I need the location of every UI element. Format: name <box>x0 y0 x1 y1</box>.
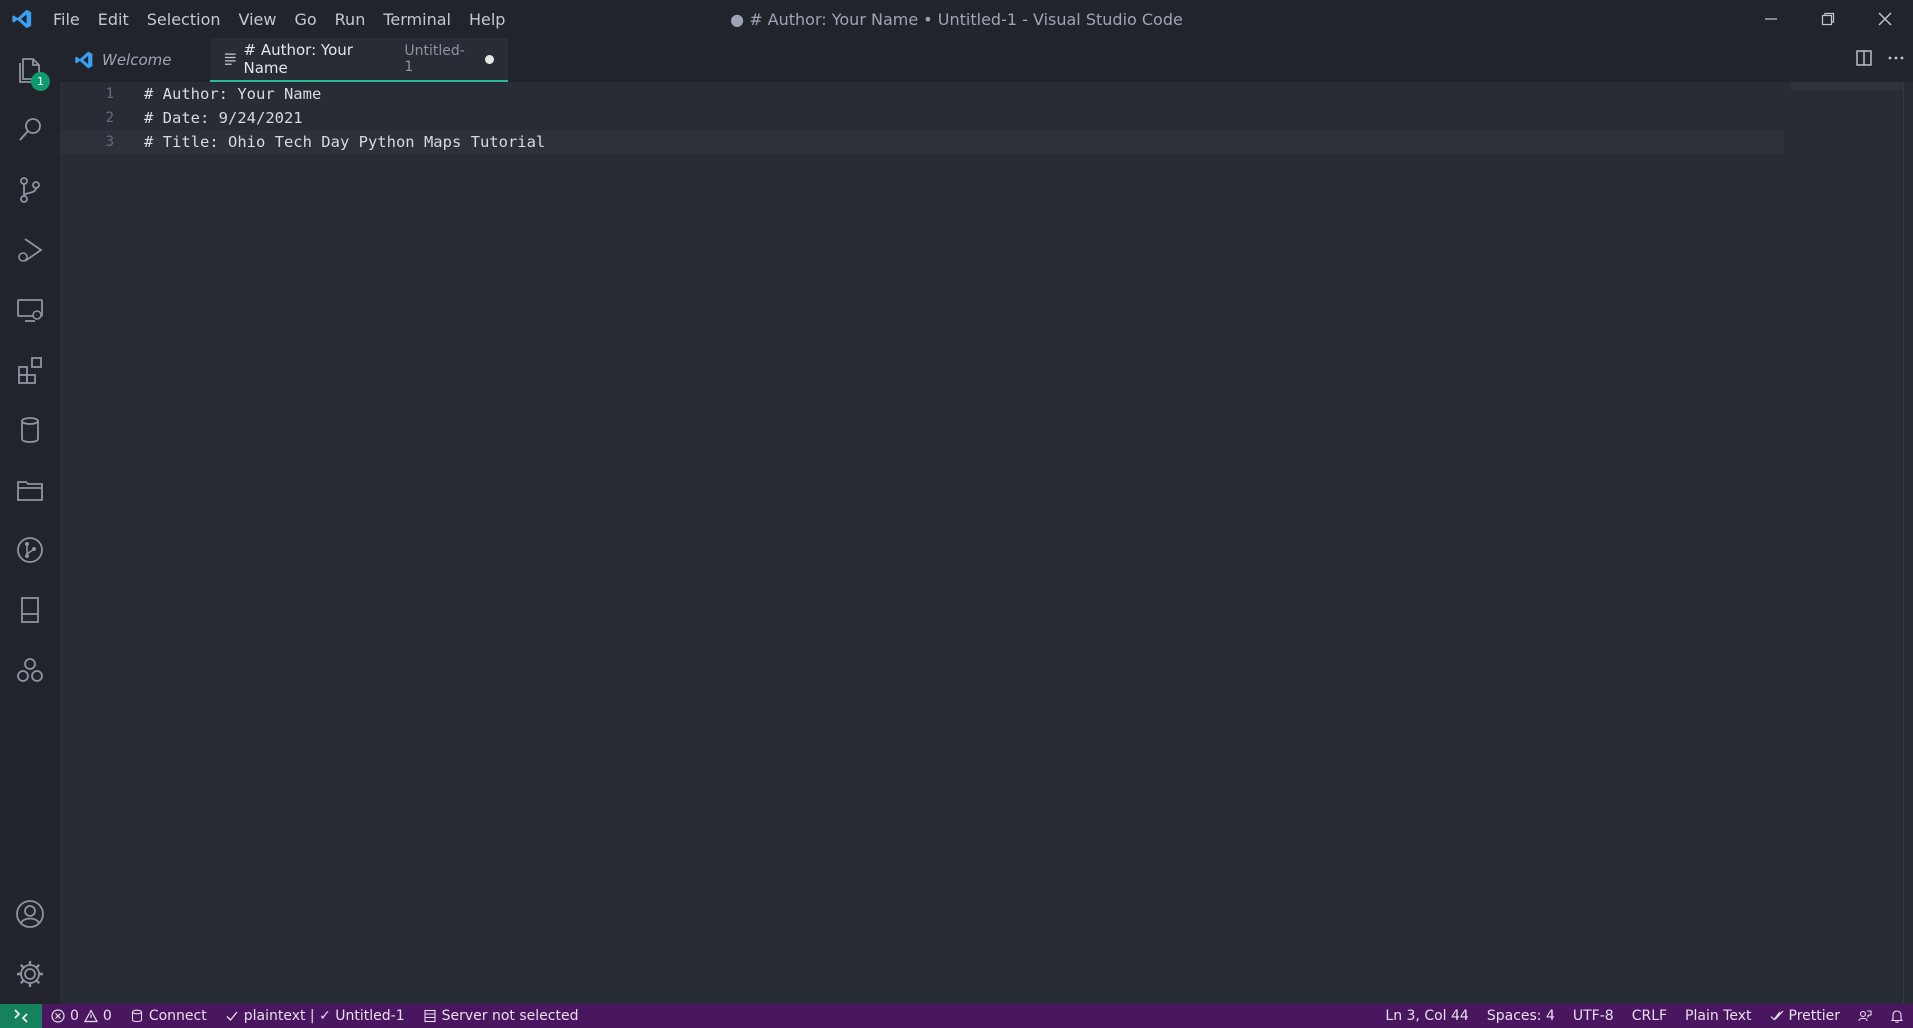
tab-welcome[interactable]: Welcome <box>60 38 210 82</box>
prettier-label: Prettier <box>1788 1008 1841 1024</box>
menu-view[interactable]: View <box>230 0 286 38</box>
menu-go[interactable]: Go <box>285 0 325 38</box>
line-number: 3 <box>105 134 114 150</box>
tab-untitled-label: # Author: Your Name <box>243 41 353 77</box>
line-number: 1 <box>105 86 114 102</box>
explorer-badge: 1 <box>31 72 50 91</box>
warning-icon <box>83 1009 98 1023</box>
menu-help[interactable]: Help <box>460 0 514 38</box>
extensions-icon[interactable] <box>0 342 60 398</box>
vscode-logo-icon <box>0 0 44 38</box>
git-graph-icon[interactable] <box>0 522 60 578</box>
project-manager-icon[interactable] <box>0 462 60 518</box>
notifications-bell-icon[interactable] <box>1881 1004 1913 1028</box>
source-control-icon[interactable] <box>0 162 60 218</box>
remote-explorer-icon[interactable] <box>0 282 60 338</box>
encoding-status[interactable]: UTF-8 <box>1564 1004 1623 1028</box>
explorer-icon[interactable]: 1 <box>0 42 60 98</box>
prettier-status[interactable]: Prettier <box>1761 1004 1850 1028</box>
vscode-tab-icon <box>75 51 93 69</box>
restore-button[interactable] <box>1799 0 1856 38</box>
warning-count: 0 <box>102 1008 112 1024</box>
eol-status[interactable]: CRLF <box>1623 1004 1676 1028</box>
settings-gear-icon[interactable] <box>0 946 60 1002</box>
check-icon <box>226 1011 238 1021</box>
editor-line-current[interactable]: 3 # Title: Ohio Tech Day Python Maps Tut… <box>60 130 1784 154</box>
more-actions-icon[interactable] <box>1887 49 1905 71</box>
connect-label: Connect <box>148 1008 207 1024</box>
menu-bar: File Edit Selection View Go Run Terminal… <box>44 0 514 38</box>
run-debug-icon[interactable] <box>0 222 60 278</box>
menu-terminal[interactable]: Terminal <box>374 0 460 38</box>
unsaved-dot-icon[interactable] <box>485 54 495 64</box>
server-label: Server not selected <box>441 1008 579 1024</box>
menu-run[interactable]: Run <box>326 0 375 38</box>
editor-actions <box>1855 38 1905 82</box>
plain-text-file-icon <box>224 53 236 65</box>
double-check-icon <box>1770 1010 1783 1021</box>
server-status[interactable]: Server not selected <box>414 1004 588 1028</box>
minimap[interactable] <box>1791 82 1913 90</box>
menu-file[interactable]: File <box>44 0 89 38</box>
vertical-scrollbar[interactable] <box>1903 82 1913 1004</box>
status-bar: 0 0 Connect plaintext | ✓ Untitled-1 Ser… <box>0 1004 1913 1028</box>
line-number: 2 <box>105 110 114 126</box>
search-icon[interactable] <box>0 102 60 158</box>
tab-untitled-description: Untitled-1 <box>404 43 465 75</box>
database-icon[interactable] <box>0 402 60 458</box>
indentation-status[interactable]: Spaces: 4 <box>1478 1004 1564 1028</box>
language-check-label: plaintext | ✓ Untitled-1 <box>243 1008 405 1024</box>
database-status-icon <box>131 1009 142 1023</box>
error-icon <box>51 1009 65 1023</box>
editor-tab-bar: Welcome # Author: Your Name Untitled-1 <box>60 38 1913 82</box>
remote-indicator-icon[interactable] <box>0 1004 42 1028</box>
tab-welcome-label: Welcome <box>102 51 172 69</box>
close-button[interactable] <box>1856 0 1913 38</box>
activity-bar: 1 <box>0 38 60 1004</box>
title-bar: File Edit Selection View Go Run Terminal… <box>0 0 1913 38</box>
connect-status[interactable]: Connect <box>121 1004 216 1028</box>
menu-selection[interactable]: Selection <box>138 0 230 38</box>
editor-line[interactable]: 2 # Date: 9/24/2021 <box>60 106 1784 130</box>
language-mode[interactable]: Plain Text <box>1676 1004 1760 1028</box>
window-controls <box>1742 0 1913 38</box>
line-text: # Date: 9/24/2021 <box>144 109 303 127</box>
error-count: 0 <box>70 1008 79 1024</box>
status-bar-right: Ln 3, Col 44 Spaces: 4 UTF-8 CRLF Plain … <box>1376 1004 1913 1028</box>
tab-untitled-1[interactable]: # Author: Your Name Untitled-1 <box>210 38 508 82</box>
server-icon <box>424 1009 436 1023</box>
language-check-status[interactable]: plaintext | ✓ Untitled-1 <box>216 1004 414 1028</box>
editor-line[interactable]: 1 # Author: Your Name <box>60 82 1784 106</box>
line-text: # Title: Ohio Tech Day Python Maps Tutor… <box>144 133 546 151</box>
menu-edit[interactable]: Edit <box>89 0 138 38</box>
editor-area[interactable]: 1 # Author: Your Name 2 # Date: 9/24/202… <box>60 82 1913 1004</box>
feedback-icon[interactable] <box>1849 1004 1881 1028</box>
live-share-icon[interactable] <box>0 642 60 698</box>
split-editor-icon[interactable] <box>1855 49 1873 71</box>
notebook-icon[interactable] <box>0 582 60 638</box>
line-text: # Author: Your Name <box>144 85 322 103</box>
minimize-button[interactable] <box>1742 0 1799 38</box>
cursor-position[interactable]: Ln 3, Col 44 <box>1376 1004 1477 1028</box>
problems-status[interactable]: 0 0 <box>42 1004 121 1028</box>
accounts-icon[interactable] <box>0 886 60 942</box>
